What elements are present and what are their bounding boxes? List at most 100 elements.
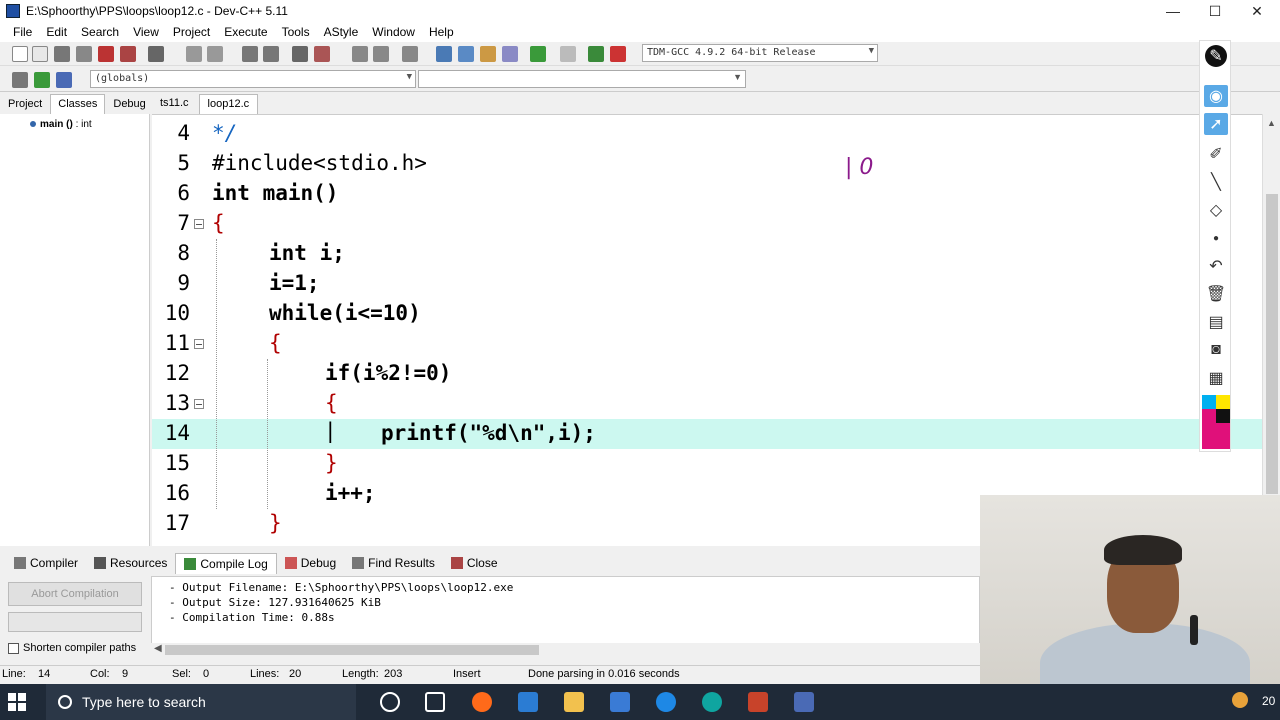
color-swatch-magenta[interactable] bbox=[1202, 409, 1216, 423]
taskbar-search[interactable]: Type here to search bbox=[46, 684, 356, 720]
file-explorer-icon[interactable] bbox=[564, 692, 584, 712]
fold-toggle[interactable] bbox=[194, 219, 204, 229]
whiteboard-icon[interactable]: ▤ bbox=[1204, 311, 1228, 333]
trash-icon[interactable]: 🗑 bbox=[1204, 283, 1228, 305]
stop-execution-icon[interactable] bbox=[560, 46, 576, 62]
code-editor[interactable]: 4 */ 5 #include<stdio.h> 6 int main() 7 … bbox=[152, 114, 1262, 546]
redo-icon[interactable] bbox=[207, 46, 223, 62]
indent-icon[interactable] bbox=[292, 46, 308, 62]
menu-window[interactable]: Window bbox=[365, 25, 422, 39]
new-file-icon[interactable] bbox=[12, 46, 28, 62]
scroll-up-icon[interactable]: ▲ bbox=[1267, 118, 1276, 128]
goto-forward-icon[interactable] bbox=[373, 46, 389, 62]
tab-classes[interactable]: Classes bbox=[50, 94, 106, 114]
fold-toggle[interactable] bbox=[194, 339, 204, 349]
editor-vertical-scrollbar[interactable]: ▲ bbox=[1262, 114, 1280, 546]
log-horizontal-scrollbar[interactable]: ◀ bbox=[151, 643, 980, 657]
minimize-button[interactable]: — bbox=[1152, 0, 1194, 22]
tab-compile-log[interactable]: Compile Log bbox=[175, 552, 277, 574]
menu-execute[interactable]: Execute bbox=[217, 25, 274, 39]
shorten-paths-option[interactable]: Shorten compiler paths bbox=[8, 642, 136, 654]
replace-icon[interactable] bbox=[263, 46, 279, 62]
undo-annotation-icon[interactable]: ↶ bbox=[1204, 255, 1228, 277]
abort-compilation-button[interactable]: Abort Compilation bbox=[8, 582, 142, 606]
syntax-check-icon[interactable] bbox=[530, 46, 546, 62]
tab-ts11[interactable]: ts11.c bbox=[152, 94, 197, 114]
globals-select[interactable]: (globals) ▼ bbox=[90, 70, 416, 88]
taskbar-clock[interactable]: 20 bbox=[1262, 694, 1275, 708]
rebuild-icon[interactable] bbox=[502, 46, 518, 62]
dot-size-icon[interactable]: ● bbox=[1204, 227, 1228, 249]
powerpoint-icon[interactable] bbox=[748, 692, 768, 712]
cortana-icon[interactable] bbox=[380, 692, 400, 712]
goto-icon[interactable] bbox=[56, 72, 72, 88]
clipboard-icon[interactable]: ▦ bbox=[1204, 367, 1228, 389]
pen-logo-icon[interactable]: ✎ bbox=[1205, 45, 1227, 67]
internet-explorer-icon[interactable] bbox=[656, 692, 676, 712]
menu-project[interactable]: Project bbox=[166, 25, 217, 39]
marker-icon[interactable]: ✐ bbox=[1204, 143, 1228, 165]
debug-icon[interactable] bbox=[610, 46, 626, 62]
scroll-thumb[interactable] bbox=[1266, 194, 1278, 494]
scroll-thumb[interactable] bbox=[165, 645, 539, 655]
pointer-icon[interactable]: ➚ bbox=[1204, 113, 1228, 135]
unindent-icon[interactable] bbox=[314, 46, 330, 62]
tab-project[interactable]: Project bbox=[0, 94, 50, 114]
run-icon[interactable] bbox=[458, 46, 474, 62]
tab-debug[interactable]: Debug bbox=[105, 94, 153, 114]
find-icon[interactable] bbox=[242, 46, 258, 62]
function-select[interactable]: ▼ bbox=[418, 70, 746, 88]
open-file-icon[interactable] bbox=[32, 46, 48, 62]
print-icon[interactable] bbox=[148, 46, 164, 62]
eraser-icon[interactable]: ◇ bbox=[1204, 199, 1228, 221]
save-icon[interactable] bbox=[54, 46, 70, 62]
undo-icon[interactable] bbox=[186, 46, 202, 62]
menu-astyle[interactable]: AStyle bbox=[317, 25, 366, 39]
compile-run-icon[interactable] bbox=[480, 46, 496, 62]
mail-icon[interactable] bbox=[518, 692, 538, 712]
tree-item-main[interactable]: main () : int bbox=[30, 119, 92, 130]
menu-edit[interactable]: Edit bbox=[39, 25, 74, 39]
menu-file[interactable]: File bbox=[6, 25, 39, 39]
close-file-icon[interactable] bbox=[98, 46, 114, 62]
store-icon[interactable] bbox=[610, 692, 630, 712]
menu-search[interactable]: Search bbox=[74, 25, 126, 39]
color-swatch-black[interactable] bbox=[1216, 409, 1230, 423]
close-button[interactable]: ✕ bbox=[1236, 0, 1278, 22]
fold-toggle[interactable] bbox=[194, 399, 204, 409]
firefox-icon[interactable] bbox=[472, 692, 492, 712]
menu-tools[interactable]: Tools bbox=[275, 25, 317, 39]
menu-help[interactable]: Help bbox=[422, 25, 461, 39]
compiler-select[interactable]: TDM-GCC 4.9.2 64-bit Release ▼ bbox=[642, 44, 878, 62]
save-all-icon[interactable] bbox=[76, 46, 92, 62]
line-tool-icon[interactable]: ╲ bbox=[1204, 171, 1228, 193]
tab-compiler[interactable]: Compiler bbox=[6, 553, 86, 573]
weather-icon[interactable] bbox=[1232, 692, 1248, 708]
compile-log-output[interactable]: - Output Filename: E:\Sphoorthy\PPS\loop… bbox=[151, 576, 980, 644]
goto-back-icon[interactable] bbox=[352, 46, 368, 62]
compile-icon[interactable] bbox=[436, 46, 452, 62]
camera-icon[interactable]: ◙ bbox=[1204, 339, 1228, 361]
task-view-icon[interactable] bbox=[425, 692, 445, 712]
menu-view[interactable]: View bbox=[126, 25, 166, 39]
tab-find-results[interactable]: Find Results bbox=[344, 553, 443, 573]
insert-icon[interactable] bbox=[12, 72, 28, 88]
eye-icon[interactable]: ◉ bbox=[1204, 85, 1228, 107]
tab-resources[interactable]: Resources bbox=[86, 553, 175, 573]
windows-start-icon[interactable] bbox=[8, 693, 26, 711]
devcpp-taskbar-icon[interactable] bbox=[794, 692, 814, 712]
color-swatch-cyan[interactable] bbox=[1202, 395, 1216, 409]
current-color-swatch[interactable] bbox=[1202, 423, 1230, 449]
edge-icon[interactable] bbox=[702, 692, 722, 712]
toggle-bookmark-icon[interactable] bbox=[402, 46, 418, 62]
tab-close[interactable]: Close bbox=[443, 553, 506, 573]
tab-loop12[interactable]: loop12.c bbox=[198, 94, 259, 114]
scroll-left-icon[interactable]: ◀ bbox=[154, 643, 162, 654]
close-all-icon[interactable] bbox=[120, 46, 136, 62]
maximize-button[interactable]: ☐ bbox=[1194, 0, 1236, 22]
shorten-paths-checkbox[interactable] bbox=[8, 642, 19, 654]
color-swatch-yellow[interactable] bbox=[1216, 395, 1230, 409]
tab-debug-bottom[interactable]: Debug bbox=[277, 553, 344, 573]
chart-icon[interactable] bbox=[588, 46, 604, 62]
toggle-icon[interactable] bbox=[34, 72, 50, 88]
